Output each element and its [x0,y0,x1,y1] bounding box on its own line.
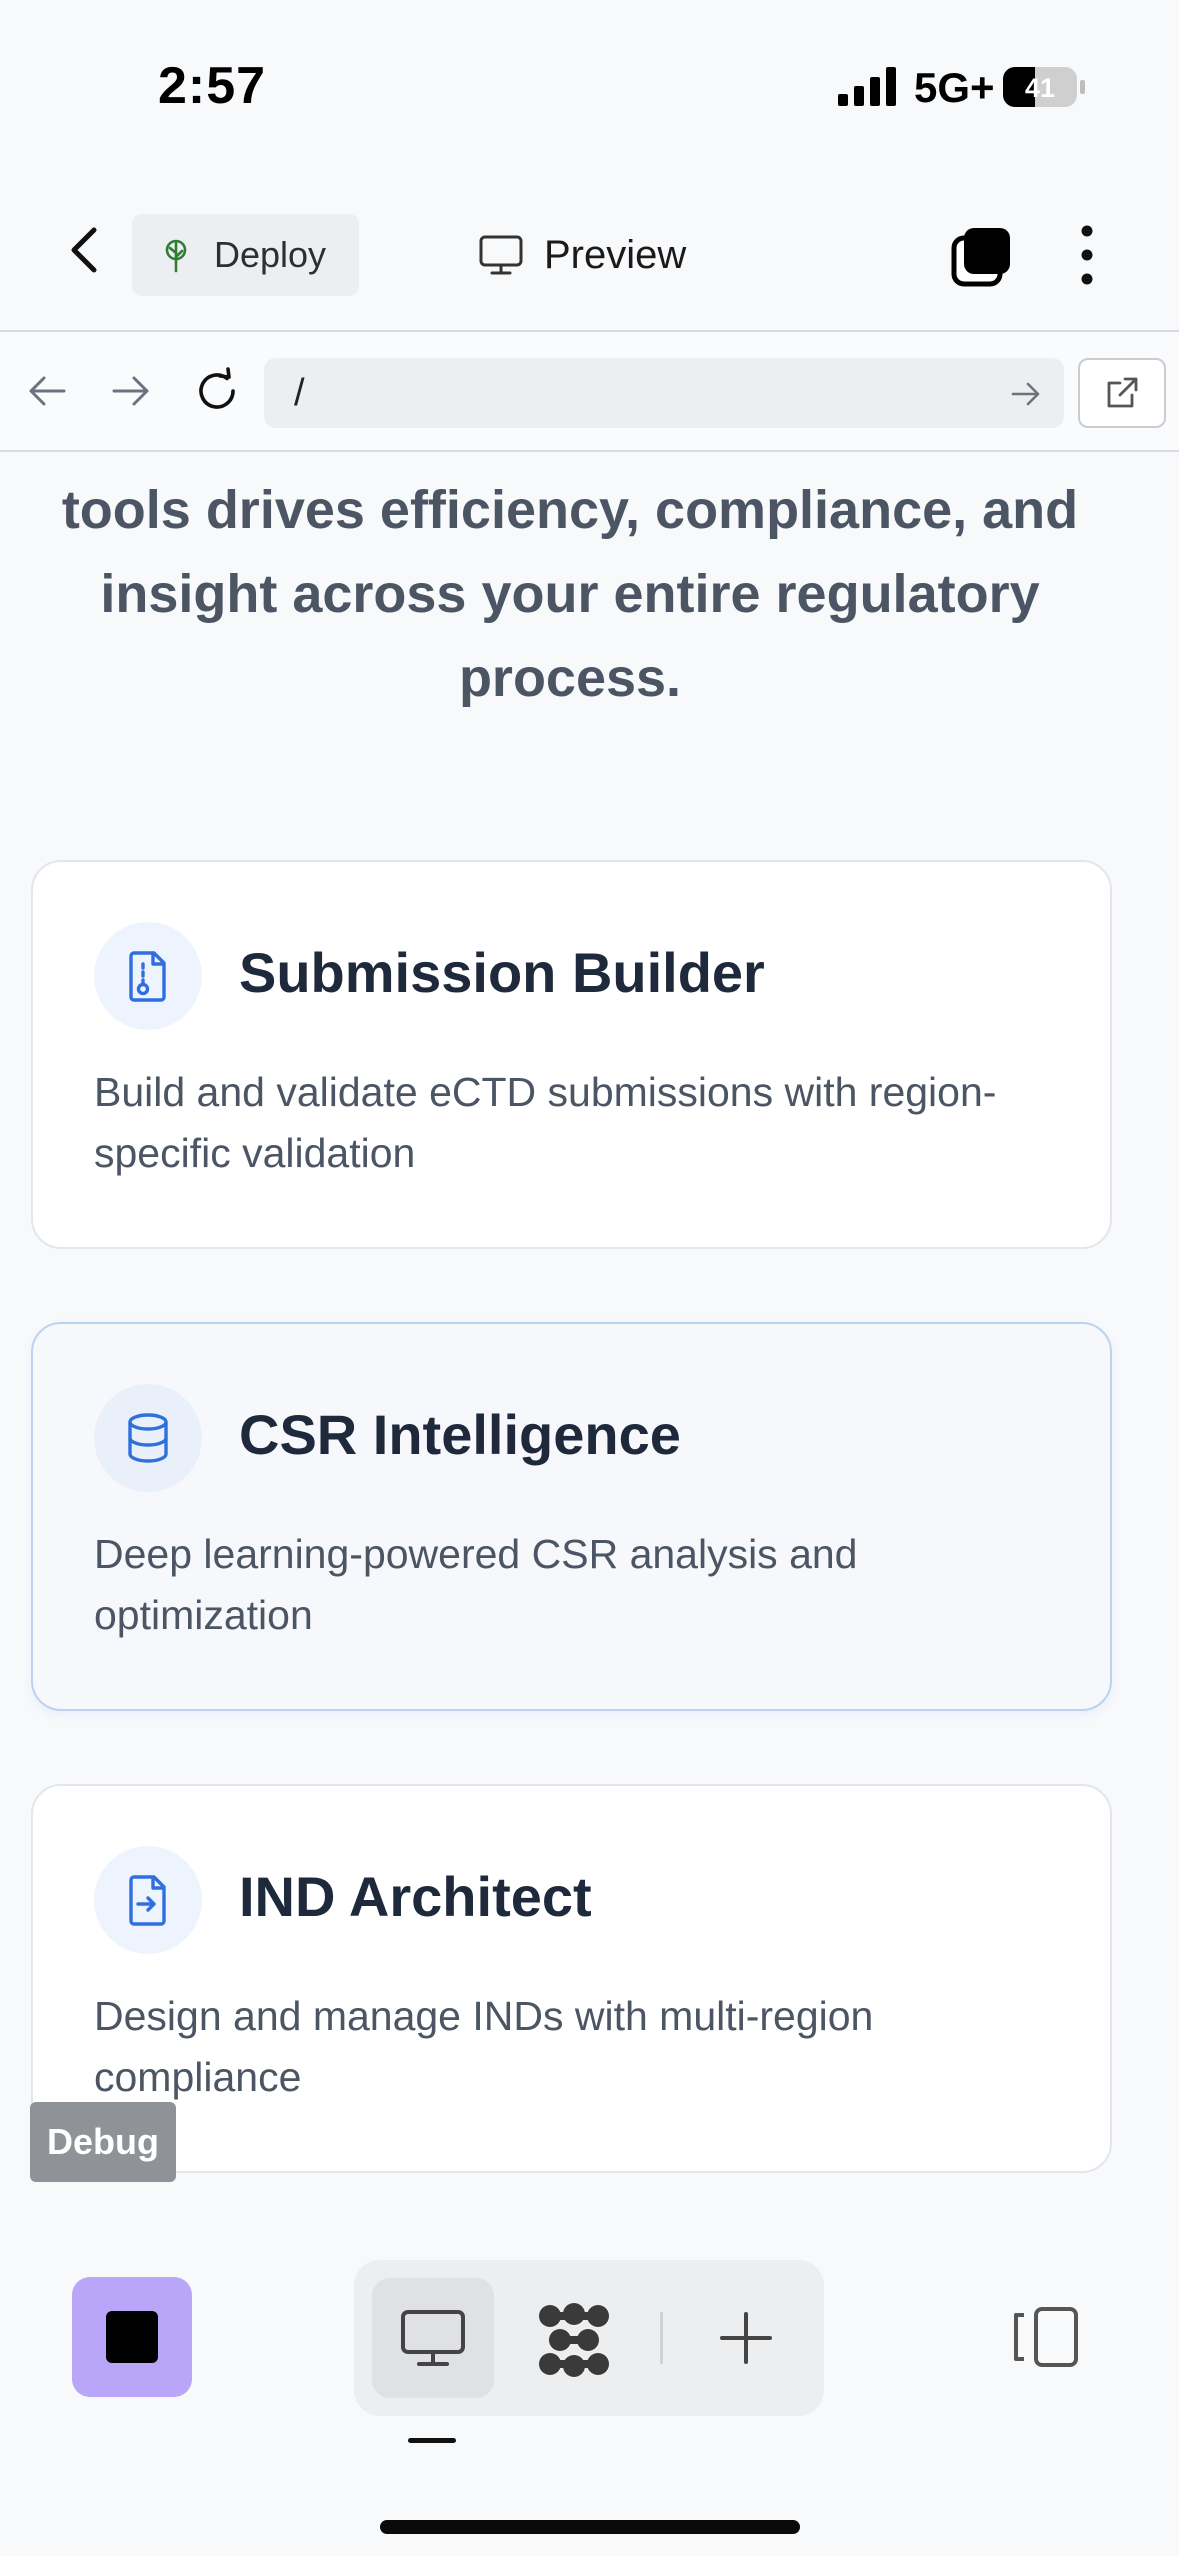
debug-button[interactable]: Debug [30,2102,176,2182]
back-chevron-icon[interactable] [56,220,116,280]
arrow-right-icon[interactable] [110,370,152,412]
card-title: IND Architect [239,1865,592,1928]
bottom-toolbar [0,2195,1179,2556]
deploy-button[interactable]: Deploy [132,214,359,296]
app-toolbar: Deploy Preview [0,190,1179,330]
card-description: Build and validate eCTD submissions with… [94,1069,997,1176]
stop-icon [106,2311,158,2363]
plus-icon[interactable] [716,2308,776,2368]
url-bar: / [0,330,1179,452]
url-text: / [294,371,305,414]
card-title: CSR Intelligence [239,1403,681,1466]
page-content: tools drives efficiency, compliance, and… [0,454,1179,2194]
segment-divider [660,2312,663,2364]
card-icon-badge [94,1384,202,1492]
feature-card-csr-intelligence[interactable]: CSR Intelligence Deep learning-powered C… [31,1322,1112,1711]
deploy-label: Deploy [214,234,327,275]
preview-label: Preview [544,232,687,277]
stop-button[interactable] [72,2277,192,2397]
card-icon-badge [94,922,202,1030]
app-screen: 2:57 5G+ 41 Deploy Preview / tools drive… [0,0,1179,2556]
tabs-icon[interactable] [950,226,1012,288]
feature-card-ind-architect[interactable]: IND Architect Design and manage INDs wit… [31,1784,1112,2173]
desktop-view-button[interactable] [372,2278,494,2398]
card-description: Design and manage INDs with multi-region… [94,1993,874,2100]
preview-button[interactable]: Preview [478,220,686,290]
card-description: Deep learning-powered CSR analysis and o… [94,1531,858,1638]
more-vertical-icon[interactable] [1072,222,1102,288]
go-arrow-icon[interactable] [1010,378,1042,410]
cellular-signal-icon [838,67,896,106]
battery-icon: 41 [1003,67,1085,107]
card-icon-badge [94,1846,202,1954]
battery-level: 41 [1025,73,1055,103]
open-external-button[interactable] [1078,358,1166,428]
network-graph-icon[interactable] [536,2302,612,2378]
file-cog-icon [129,951,166,1002]
home-indicator [380,2520,800,2534]
tree-icon [165,239,187,273]
status-bar: 2:57 5G+ 41 [0,0,1179,175]
external-link-icon [1107,377,1138,408]
feature-card-submission-builder[interactable]: Submission Builder Build and validate eC… [31,860,1112,1249]
split-panel-icon[interactable] [1010,2305,1082,2369]
intro-text: tools drives efficiency, compliance, and… [61,480,1079,708]
reload-icon[interactable] [192,366,242,416]
card-title: Submission Builder [239,941,765,1004]
monitor-icon [479,235,523,275]
status-time: 2:57 [158,57,267,115]
network-type: 5G+ [914,64,995,111]
file-input-icon [129,1875,166,1926]
active-tab-indicator [408,2438,456,2443]
desktop-icon [401,2310,465,2366]
database-icon [128,1413,168,1463]
arrow-left-icon[interactable] [26,370,68,412]
url-input[interactable]: / [264,358,1064,428]
view-switcher [354,2260,824,2416]
